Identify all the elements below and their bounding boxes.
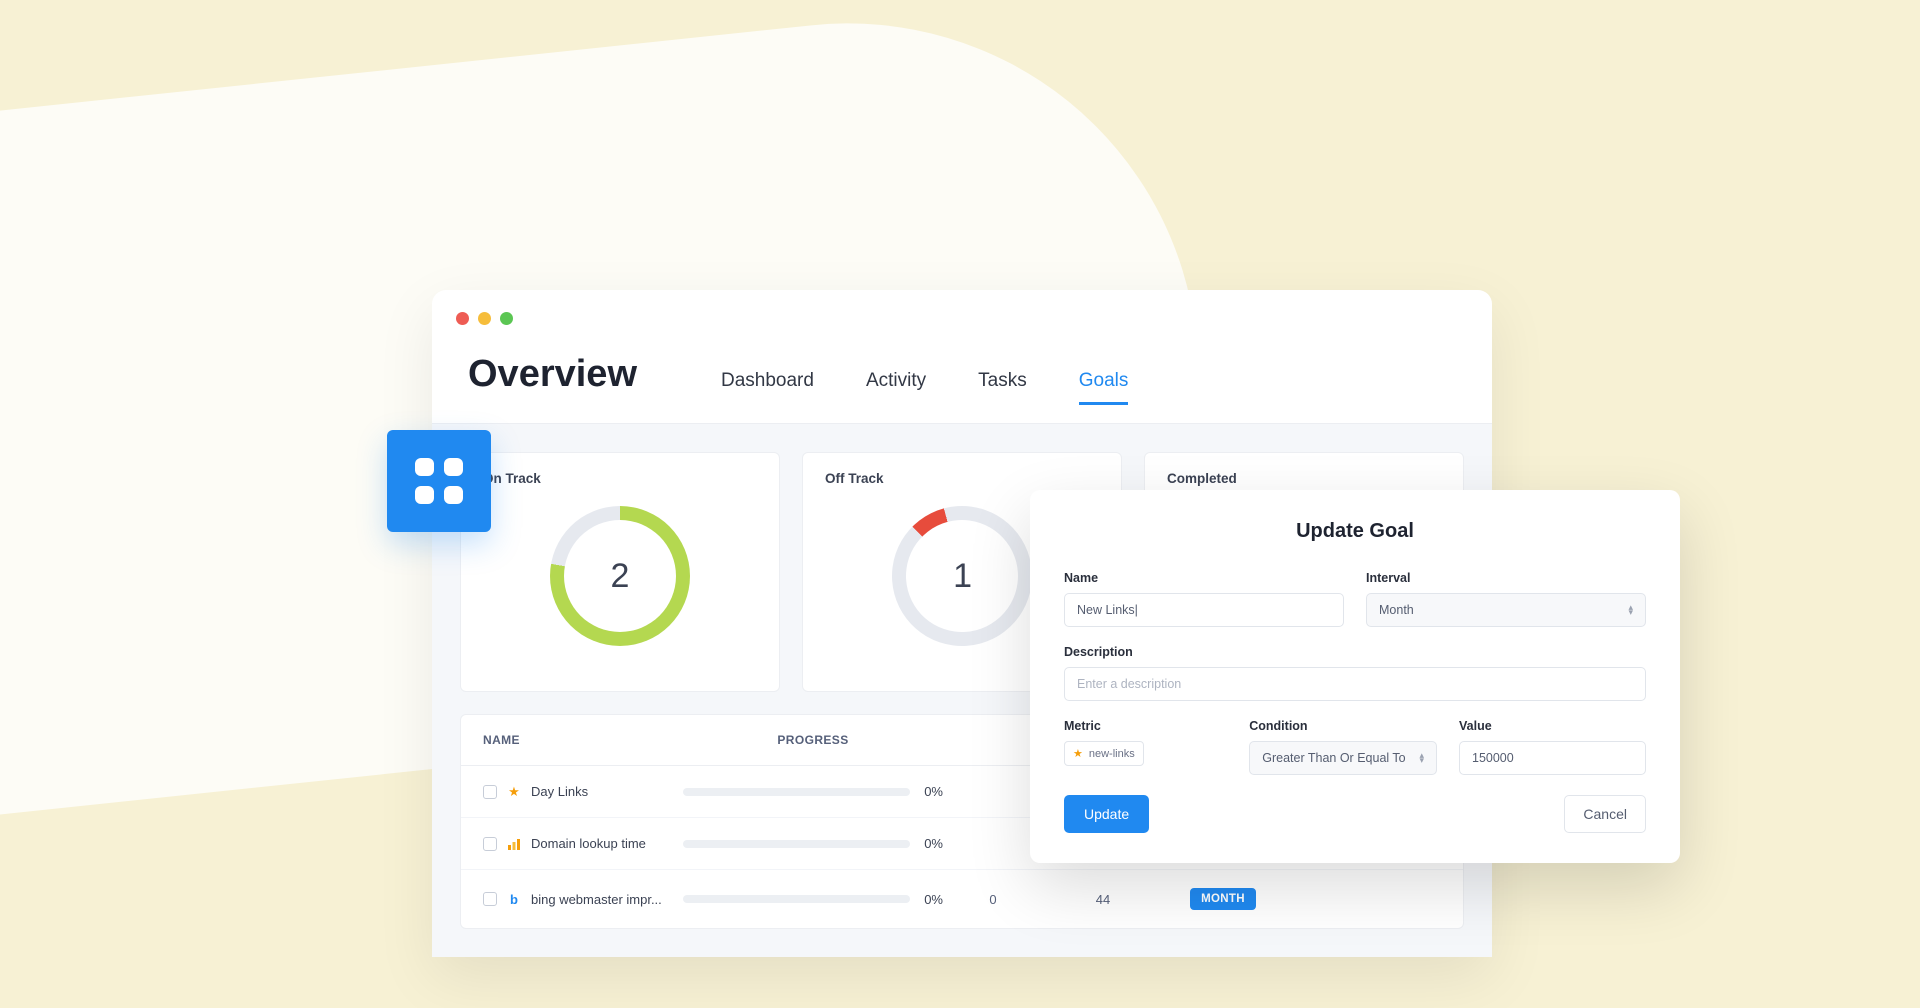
star-icon: ★ (1073, 747, 1083, 760)
donut-value: 1 (953, 557, 972, 596)
progress-bar (683, 895, 910, 903)
progress-bar (683, 788, 910, 796)
interval-select[interactable]: Month ▴▾ (1366, 593, 1646, 627)
card-on-track: On Track 2 (460, 452, 780, 692)
interval-value: Month (1379, 603, 1414, 617)
label-name: Name (1064, 571, 1344, 585)
tab-tasks[interactable]: Tasks (978, 370, 1027, 405)
cancel-button[interactable]: Cancel (1564, 795, 1646, 833)
page-title: Overview (468, 353, 637, 396)
update-goal-modal: Update Goal Name Interval Month ▴▾ Descr… (1030, 490, 1680, 863)
progress-bar (683, 840, 910, 848)
label-interval: Interval (1366, 571, 1646, 585)
update-button[interactable]: Update (1064, 795, 1149, 833)
window-controls (432, 290, 1492, 325)
label-description: Description (1064, 645, 1646, 659)
row-name: Day Links (531, 784, 588, 799)
minimize-icon[interactable] (478, 312, 491, 325)
donut-value: 2 (611, 557, 630, 596)
tab-activity[interactable]: Activity (866, 370, 926, 405)
row-value-2: 44 (1043, 892, 1163, 907)
tab-dashboard[interactable]: Dashboard (721, 370, 814, 405)
description-input[interactable] (1064, 667, 1646, 701)
progress-text: 0% (924, 892, 943, 907)
analytics-icon (507, 837, 521, 851)
value-input[interactable] (1459, 741, 1646, 775)
condition-select[interactable]: Greater Than Or Equal To ▴▾ (1249, 741, 1437, 775)
name-input[interactable] (1064, 593, 1344, 627)
col-name: NAME (483, 733, 683, 747)
stepper-icon: ▴▾ (1628, 605, 1633, 615)
label-metric: Metric (1064, 719, 1227, 733)
star-icon: ★ (507, 785, 521, 799)
col-progress: PROGRESS (683, 733, 943, 747)
metric-chip-text: new-links (1089, 748, 1135, 760)
condition-value: Greater Than Or Equal To (1262, 751, 1405, 765)
row-checkbox[interactable] (483, 892, 497, 906)
row-name: Domain lookup time (531, 836, 646, 851)
row-value-1: 0 (943, 892, 1043, 907)
maximize-icon[interactable] (500, 312, 513, 325)
metric-chip[interactable]: ★ new-links (1064, 741, 1144, 766)
table-row: b bing webmaster impr... 0% 0 44 MONTH (461, 870, 1463, 928)
row-checkbox[interactable] (483, 785, 497, 799)
row-name: bing webmaster impr... (531, 892, 662, 907)
tab-bar: Dashboard Activity Tasks Goals (721, 370, 1128, 405)
card-title: On Track (483, 471, 757, 486)
card-title: Completed (1167, 471, 1441, 486)
card-title: Off Track (825, 471, 1099, 486)
stepper-icon: ▴▾ (1419, 753, 1424, 763)
progress-text: 0% (924, 836, 943, 851)
bing-icon: b (507, 892, 521, 906)
apps-icon[interactable] (387, 430, 491, 532)
progress-text: 0% (924, 784, 943, 799)
donut-on-track: 2 (550, 506, 690, 646)
donut-off-track: 1 (876, 490, 1047, 661)
close-icon[interactable] (456, 312, 469, 325)
row-checkbox[interactable] (483, 837, 497, 851)
interval-badge: MONTH (1190, 888, 1256, 910)
label-value: Value (1459, 719, 1646, 733)
label-condition: Condition (1249, 719, 1437, 733)
modal-title: Update Goal (1064, 520, 1646, 543)
tab-goals[interactable]: Goals (1079, 370, 1129, 405)
